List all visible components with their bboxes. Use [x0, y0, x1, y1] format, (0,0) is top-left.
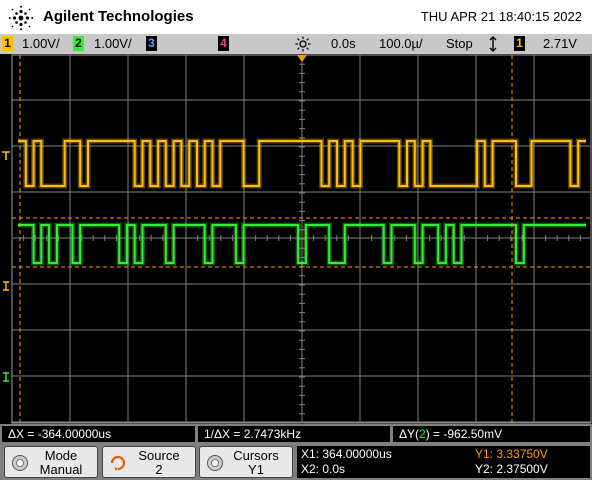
title-bar: Agilent Technologies THU APR 21 18:40:15…	[0, 0, 592, 34]
trigger-sun-icon	[295, 36, 311, 52]
agilent-logo-icon	[8, 5, 34, 31]
mode-softkey[interactable]: Mode Manual	[4, 446, 98, 478]
status-bar: 1 1.00V/ 2 1.00V/ 3 4 0.0s 100.0µ/ Stop …	[0, 34, 592, 54]
softkey-knob-icon	[207, 455, 223, 471]
y1-value: Y1: 3.33750V	[475, 447, 548, 461]
readout-row: ΔX = -364.00000us 1/ΔX = 2.7473kHz ΔY(2)…	[0, 424, 592, 444]
trigger-source-badge[interactable]: 1	[514, 36, 525, 51]
inverse-delta-x-readout: 1/ΔX = 2.7473kHz	[198, 426, 390, 442]
cursors-softkey[interactable]: Cursors Y1	[199, 446, 293, 478]
timebase-scale: 100.0µ/	[379, 36, 423, 51]
delta-x-readout: ΔX = -364.00000us	[2, 426, 195, 442]
run-state: Stop	[446, 36, 473, 51]
mode-label: Mode	[44, 448, 78, 463]
delta-y-channel: 2	[419, 427, 426, 441]
source-label: Source	[138, 448, 180, 463]
date-time: THU APR 21 18:40:15 2022	[420, 9, 582, 24]
delta-y-value: ) = -962.50mV	[425, 427, 503, 441]
trigger-level: 2.71V	[543, 36, 577, 51]
y2-value: Y2: 2.37500V	[475, 462, 548, 476]
waveform-display[interactable]	[0, 54, 592, 424]
mode-value: Manual	[39, 462, 83, 477]
source-softkey[interactable]: Source 2	[102, 446, 196, 478]
ch1-scale: 1.00V/	[22, 36, 60, 51]
source-value: 2	[155, 462, 163, 477]
entry-knob-icon	[110, 455, 126, 471]
softkey-knob-icon	[12, 455, 28, 471]
ch2-scale: 1.00V/	[94, 36, 132, 51]
cursors-value: Y1	[248, 462, 264, 477]
ch3-badge[interactable]: 3	[146, 36, 157, 51]
ch2-badge[interactable]: 2	[73, 36, 84, 51]
ch4-badge[interactable]: 4	[218, 36, 229, 51]
x2-value: X2: 0.0s	[301, 462, 346, 476]
ch1-badge[interactable]: 1	[2, 36, 13, 51]
trigger-delay: 0.0s	[331, 36, 356, 51]
cursor-values-box: X1: 364.00000us X2: 0.0s Y1: 3.33750V Y2…	[297, 446, 590, 478]
brand-name: Agilent Technologies	[43, 8, 194, 25]
delta-y-prefix: ΔY(	[399, 427, 420, 441]
softkey-row: Mode Manual Source 2 Cursors Y1 X1: 364.…	[0, 444, 592, 480]
cursors-label: Cursors	[233, 448, 279, 463]
x1-value: X1: 364.00000us	[301, 447, 392, 461]
delta-y-readout: ΔY(2) = -962.50mV	[393, 426, 590, 442]
rising-falling-edge-icon	[489, 36, 497, 52]
